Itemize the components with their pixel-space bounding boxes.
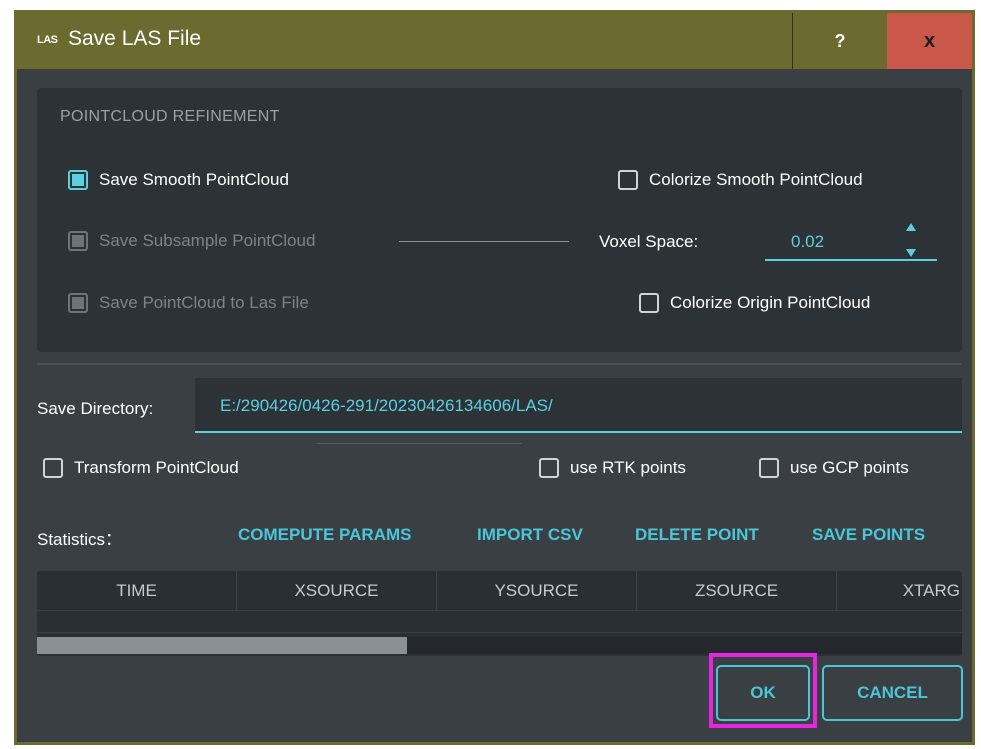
transform-pointcloud-checkbox[interactable]: Transform PointCloud [43, 458, 239, 478]
checkbox-disabled-icon [68, 231, 88, 251]
window-title: Save LAS File [68, 27, 202, 50]
help-button[interactable]: ? [792, 13, 887, 69]
import-csv-button[interactable]: IMPORT CSV [477, 525, 583, 545]
save-directory-value: E:/290426/0426-291/20230426134606/LAS/ [220, 396, 553, 415]
section-divider [37, 363, 962, 365]
save-directory-input[interactable]: E:/290426/0426-291/20230426134606/LAS/ [195, 378, 962, 433]
statistics-table: TIME XSOURCE YSOURCE ZSOURCE XTARG [37, 571, 962, 656]
spin-up-icon[interactable] [906, 223, 916, 231]
save-las-dialog: LAS Save LAS File ? x POINTCLOUD REFINEM… [14, 10, 975, 745]
ok-button-highlight [709, 653, 817, 728]
save-to-las-label: Save PointCloud to Las File [99, 293, 309, 312]
use-gcp-label: use GCP points [790, 458, 909, 477]
scrollbar-thumb[interactable] [37, 637, 407, 654]
checkbox-icon [639, 293, 659, 313]
separator-line [399, 241, 569, 242]
colorize-origin-checkbox[interactable]: Colorize Origin PointCloud [639, 293, 870, 313]
voxel-space-spinbox[interactable]: 0.02 [765, 223, 937, 261]
save-smooth-label: Save Smooth PointCloud [99, 170, 289, 189]
save-smooth-checkbox[interactable]: Save Smooth PointCloud [68, 170, 289, 190]
colorize-smooth-checkbox[interactable]: Colorize Smooth PointCloud [618, 170, 863, 190]
checkbox-disabled-icon [68, 293, 88, 313]
colorize-smooth-label: Colorize Smooth PointCloud [649, 170, 863, 189]
column-header-xtarget[interactable]: XTARG [837, 571, 962, 611]
pointcloud-refinement-panel: POINTCLOUD REFINEMENT Save Smooth PointC… [37, 88, 962, 352]
section-title: POINTCLOUD REFINEMENT [60, 108, 280, 125]
delete-point-button[interactable]: DELETE POINT [635, 525, 759, 545]
column-header-time[interactable]: TIME [37, 571, 237, 611]
use-rtk-checkbox[interactable]: use RTK points [539, 458, 686, 478]
checkbox-icon [43, 458, 63, 478]
voxel-space-value: 0.02 [791, 232, 825, 251]
use-rtk-label: use RTK points [570, 458, 686, 477]
las-app-icon: LAS [37, 34, 58, 46]
column-header-zsource[interactable]: ZSOURCE [637, 571, 837, 611]
statistics-label: Statistics： [37, 530, 123, 549]
table-row [37, 611, 962, 633]
column-header-xsource[interactable]: XSOURCE [237, 571, 437, 611]
transform-pointcloud-label: Transform PointCloud [74, 458, 239, 477]
save-directory-label: Save Directory: [37, 399, 154, 418]
voxel-space-label: Voxel Space: [599, 232, 699, 251]
close-button[interactable]: x [887, 13, 972, 69]
save-subsample-checkbox[interactable]: Save Subsample PointCloud [68, 231, 315, 251]
checkbox-icon [539, 458, 559, 478]
spin-down-icon[interactable] [906, 249, 916, 257]
save-to-las-checkbox[interactable]: Save PointCloud to Las File [68, 293, 309, 313]
cancel-button[interactable]: CANCEL [822, 665, 963, 721]
compute-params-button[interactable]: COMEPUTE PARAMS [238, 525, 411, 545]
table-header: TIME XSOURCE YSOURCE ZSOURCE XTARG [37, 571, 962, 611]
save-points-button[interactable]: SAVE POINTS [812, 525, 925, 545]
checkbox-checked-icon [68, 170, 88, 190]
checkbox-icon [759, 458, 779, 478]
colorize-origin-label: Colorize Origin PointCloud [670, 293, 871, 312]
title-bar[interactable]: LAS Save LAS File ? x [17, 13, 972, 69]
column-header-ysource[interactable]: YSOURCE [437, 571, 637, 611]
use-gcp-checkbox[interactable]: use GCP points [759, 458, 909, 478]
field-underline [317, 443, 522, 444]
horizontal-scrollbar[interactable] [37, 637, 962, 654]
checkbox-icon [618, 170, 638, 190]
save-subsample-label: Save Subsample PointCloud [99, 231, 316, 250]
